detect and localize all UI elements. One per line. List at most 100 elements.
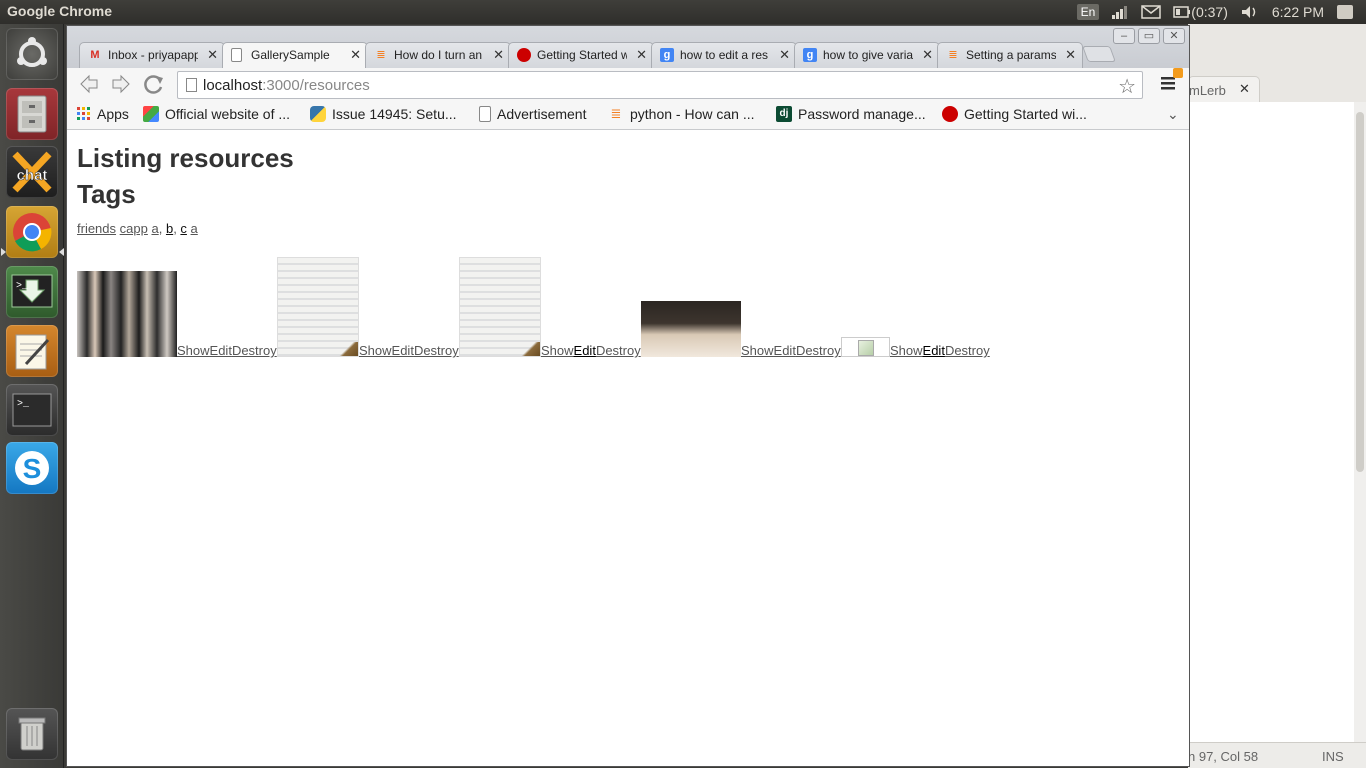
tab-title: Inbox - priyapapp — [108, 48, 198, 62]
back-arrow-icon — [80, 74, 98, 94]
terminal-launcher[interactable]: >_ — [6, 384, 58, 436]
url-host: localhost — [203, 77, 263, 94]
tab-title: how to edit a res — [680, 48, 769, 62]
hamburger-menu-icon — [1161, 77, 1175, 90]
tag-link[interactable]: friends — [77, 221, 116, 236]
show-link[interactable]: Show — [741, 343, 774, 358]
text-editor-launcher[interactable] — [6, 325, 58, 377]
battery-time: (0:37) — [1191, 4, 1228, 20]
broken-image-icon[interactable] — [841, 337, 890, 357]
resource-actions: ShowEditDestroy — [890, 343, 990, 358]
reload-button[interactable] — [142, 73, 166, 97]
svg-text:>_: >_ — [17, 399, 30, 410]
tab-title: How do I turn an — [394, 48, 483, 62]
show-link[interactable]: Show — [359, 343, 392, 358]
clock[interactable]: 6:22 PM — [1272, 4, 1324, 20]
page-viewport: Listing resources Tags friends capp a, b… — [67, 131, 1189, 766]
destroy-link[interactable]: Destroy — [232, 343, 277, 358]
page-title: Listing resources — [77, 143, 294, 173]
browser-tab[interactable]: ≣ How do I turn an ✕ — [365, 42, 511, 68]
close-icon[interactable]: ✕ — [493, 47, 504, 63]
bookmark-item[interactable]: ≣ python - How can ... — [608, 106, 755, 122]
destroy-link[interactable]: Destroy — [945, 343, 990, 358]
resource-image[interactable] — [77, 271, 177, 357]
show-link[interactable]: Show — [890, 343, 923, 358]
scrollbar-thumb[interactable] — [1356, 112, 1364, 472]
dash-home-button[interactable] — [6, 28, 58, 80]
bookmarks-overflow-chevron-icon[interactable]: ⌄ — [1167, 106, 1179, 123]
close-icon[interactable]: ✕ — [1239, 81, 1253, 97]
edit-link[interactable]: Edit — [923, 343, 945, 358]
address-bar[interactable]: localhost:3000/resources ☆ — [177, 71, 1143, 99]
back-button[interactable] — [77, 73, 101, 97]
resource-actions: ShowEditDestroy — [741, 343, 841, 358]
browser-tab[interactable]: g how to give varia ✕ — [794, 42, 940, 68]
background-editor-window[interactable]: mLerb ✕ n 97, Col 58 INS — [1188, 24, 1366, 768]
close-window-button[interactable]: ✕ — [1163, 28, 1185, 44]
edit-link[interactable]: Edit — [210, 343, 232, 358]
bookmark-item[interactable]: Getting Started wi... — [942, 106, 1087, 122]
keyboard-layout-indicator[interactable]: En — [1076, 4, 1100, 20]
close-icon[interactable]: ✕ — [922, 47, 933, 63]
edit-link[interactable]: Edit — [392, 343, 414, 358]
skype-launcher[interactable]: S — [6, 442, 58, 494]
bookmark-label: Advertisement — [497, 106, 587, 122]
stackoverflow-icon: ≣ — [610, 106, 622, 121]
bookmarks-bar: Apps Official website of ... Issue 14945… — [67, 102, 1189, 130]
edit-link[interactable]: Edit — [574, 343, 596, 358]
rails-icon — [517, 48, 531, 62]
tag-link[interactable]: a — [151, 221, 158, 236]
tag-link[interactable]: c — [180, 221, 187, 236]
browser-tab[interactable]: ≣ Setting a params ✕ — [937, 42, 1083, 68]
volume-icon[interactable] — [1240, 4, 1260, 20]
tag-link[interactable]: a — [191, 221, 198, 236]
close-icon[interactable]: ✕ — [1065, 47, 1076, 63]
chrome-window: M Inbox - priyapapp ✕ GallerySample ✕ ≣ … — [66, 25, 1190, 767]
session-gear-icon[interactable] — [1336, 4, 1354, 20]
browser-tab[interactable]: Getting Started w ✕ — [508, 42, 654, 68]
maximize-button[interactable]: ▭ — [1138, 28, 1160, 44]
close-icon[interactable]: ✕ — [207, 47, 218, 63]
destroy-link[interactable]: Destroy — [596, 343, 641, 358]
page-icon — [186, 78, 197, 92]
tag-separator: , — [158, 221, 166, 236]
browser-tab[interactable]: g how to edit a res ✕ — [651, 42, 797, 68]
destroy-link[interactable]: Destroy — [796, 343, 841, 358]
bookmark-star-icon[interactable]: ☆ — [1118, 74, 1136, 99]
trash-launcher[interactable] — [6, 708, 58, 760]
bookmark-item[interactable]: dj Password manage... — [776, 106, 926, 122]
show-link[interactable]: Show — [541, 343, 574, 358]
files-launcher[interactable] — [6, 88, 58, 140]
close-icon[interactable]: ✕ — [350, 47, 361, 63]
editor-scrollbar[interactable] — [1354, 102, 1366, 744]
close-icon[interactable]: ✕ — [636, 47, 647, 63]
bookmark-label: Password manage... — [798, 106, 926, 122]
bookmark-item[interactable]: Issue 14945: Setu... — [310, 106, 457, 122]
update-badge — [1173, 68, 1183, 78]
mail-icon[interactable] — [1141, 5, 1162, 19]
minimize-button[interactable]: – — [1113, 28, 1135, 44]
bookmark-item[interactable]: Official website of ... — [143, 106, 290, 122]
editor-tab[interactable]: mLerb ✕ — [1188, 76, 1260, 102]
resource-image[interactable] — [641, 301, 741, 357]
xchat-launcher[interactable]: chat — [6, 146, 58, 198]
battery-indicator[interactable]: (0:37) — [1173, 4, 1228, 20]
resource-image[interactable] — [459, 257, 541, 357]
running-indicator — [1, 248, 6, 256]
bookmark-apps[interactable]: Apps — [77, 106, 129, 122]
new-tab-button[interactable] — [1082, 46, 1116, 62]
edit-link[interactable]: Edit — [774, 343, 796, 358]
close-icon[interactable]: ✕ — [779, 47, 790, 63]
browser-tab-active[interactable]: GallerySample ✕ — [222, 42, 368, 68]
network-signal-icon[interactable] — [1111, 4, 1129, 20]
software-install-launcher[interactable]: >_ — [6, 266, 58, 318]
destroy-link[interactable]: Destroy — [414, 343, 459, 358]
forward-button[interactable] — [109, 73, 133, 97]
stackoverflow-icon: ≣ — [376, 49, 386, 61]
chrome-launcher[interactable] — [6, 206, 58, 258]
show-link[interactable]: Show — [177, 343, 210, 358]
browser-tab[interactable]: M Inbox - priyapapp ✕ — [79, 42, 225, 68]
bookmark-item[interactable]: Advertisement — [479, 106, 586, 122]
resource-image[interactable] — [277, 257, 359, 357]
tag-link[interactable]: capp — [120, 221, 148, 236]
